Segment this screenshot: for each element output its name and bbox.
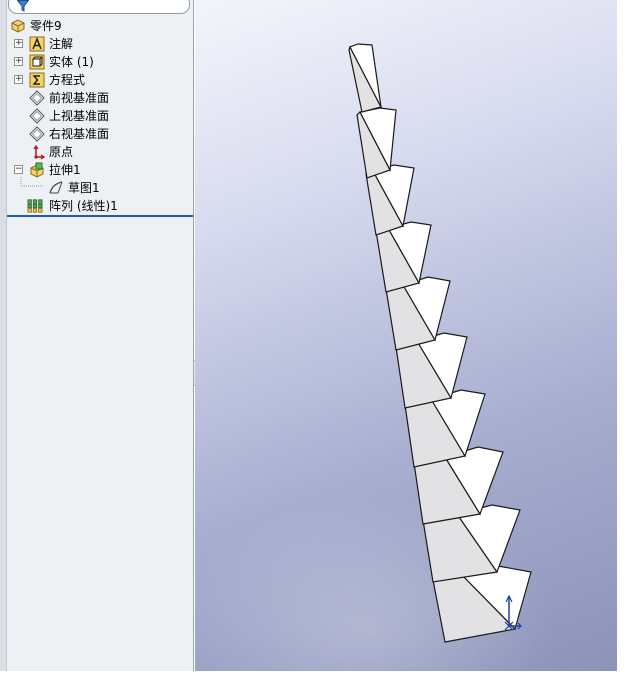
plane-icon xyxy=(29,108,45,124)
plane-icon xyxy=(29,126,45,142)
tree-item-label: 方程式 xyxy=(49,73,86,87)
expand-toggle[interactable]: + xyxy=(14,39,23,48)
3d-model-view[interactable] xyxy=(195,0,617,671)
tree-item-top-plane[interactable]: 上视基准面 xyxy=(0,107,190,125)
tree-item-linear-pattern[interactable]: 阵列 (线性)1 xyxy=(0,197,190,215)
solid-bodies-icon xyxy=(29,54,45,70)
origin-icon xyxy=(33,144,45,160)
tree-root-label: 零件9 xyxy=(30,19,62,33)
sketch-icon xyxy=(49,181,63,194)
feature-manager-tree: 零件9 + 注解 + 实体 (1) + 方程式 前视基准面 上视基准面 右视基准… xyxy=(0,0,194,671)
tree-item-label: 上视基准面 xyxy=(49,109,110,123)
expand-toggle[interactable]: + xyxy=(14,57,23,66)
tree-item-right-plane[interactable]: 右视基准面 xyxy=(0,125,190,143)
tree-item-label: 前视基准面 xyxy=(49,91,110,105)
tree-root-part[interactable]: 零件9 xyxy=(0,17,190,35)
tree-item-label: 阵列 (线性)1 xyxy=(49,199,118,213)
tree-item-sketch[interactable]: 草图1 xyxy=(0,177,190,197)
tree-item-front-plane[interactable]: 前视基准面 xyxy=(0,89,190,107)
tree-item-label: 右视基准面 xyxy=(49,127,110,141)
linear-pattern-icon xyxy=(27,199,43,213)
tree-rollback-bar[interactable] xyxy=(7,215,193,217)
collapse-toggle[interactable]: − xyxy=(14,165,23,174)
part-icon xyxy=(11,19,25,33)
tree-item-label: 原点 xyxy=(49,145,74,159)
annotations-icon xyxy=(29,36,45,52)
tree-filter-input[interactable] xyxy=(8,0,190,14)
tree-item-label: 拉伸1 xyxy=(49,163,81,177)
graphics-viewport[interactable] xyxy=(195,0,617,671)
tree-item-origin[interactable]: 原点 xyxy=(0,143,190,161)
tree-item-annotations[interactable]: + 注解 xyxy=(0,35,190,53)
equations-icon xyxy=(29,72,45,88)
expand-toggle[interactable]: + xyxy=(14,75,23,84)
filter-icon[interactable] xyxy=(17,0,29,12)
tree-item-label: 实体 (1) xyxy=(49,55,94,69)
extrude-icon xyxy=(30,162,44,178)
tree-connector-line xyxy=(20,177,44,187)
tree-item-label: 注解 xyxy=(49,37,74,51)
window-right-strip xyxy=(617,0,640,671)
tree-item-equations[interactable]: + 方程式 xyxy=(0,71,190,89)
tree-item-solid-bodies[interactable]: + 实体 (1) xyxy=(0,53,190,71)
plane-icon xyxy=(29,90,45,106)
viewport-glow xyxy=(195,380,617,671)
tree-item-label: 草图1 xyxy=(68,181,100,195)
